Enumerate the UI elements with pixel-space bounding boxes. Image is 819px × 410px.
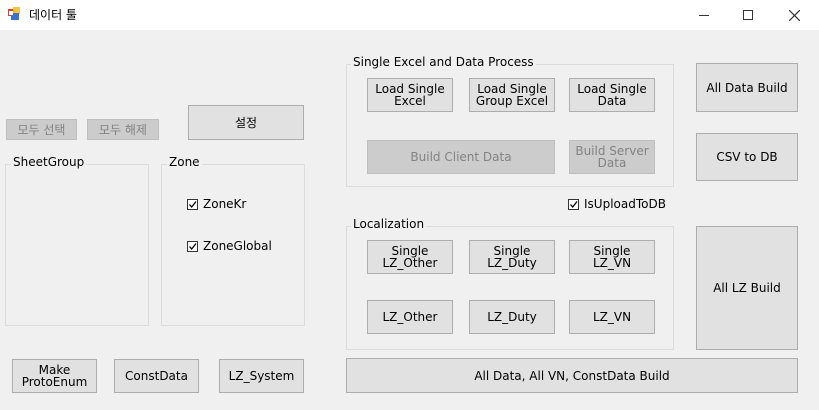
zoneglobal-checkbox[interactable]: ZoneGlobal [187,239,272,253]
deselect-all-button[interactable]: 모두 해제 [87,119,159,140]
lz-system-button[interactable]: LZ_System [219,359,304,393]
single-lz-other-button[interactable]: Single LZ_Other [367,240,453,274]
lz-duty-button[interactable]: LZ_Duty [469,300,555,334]
minimize-icon [699,15,709,16]
select-all-button[interactable]: 모두 선택 [6,119,77,140]
lz-other-button[interactable]: LZ_Other [367,300,453,334]
is-upload-to-db-label: IsUploadToDB [584,197,666,211]
zone-label: Zone [167,155,202,169]
maximize-icon [743,10,753,20]
zonekr-label: ZoneKr [203,197,247,211]
checkmark-icon [568,198,579,210]
checkmark-icon [187,240,198,252]
csv-to-db-button[interactable]: CSV to DB [696,133,798,181]
close-button[interactable] [771,0,817,30]
settings-button[interactable]: 설정 [188,105,304,140]
single-excel-label: Single Excel and Data Process [351,55,536,69]
all-data-vn-constdata-build-button[interactable]: All Data, All VN, ConstData Build [346,358,798,393]
sheetgroup-groupbox [5,164,149,326]
build-server-data-button[interactable]: Build Server Data [569,140,655,174]
build-client-data-button[interactable]: Build Client Data [367,140,555,174]
zonekr-checkbox[interactable]: ZoneKr [187,197,246,211]
maximize-button[interactable] [725,0,771,30]
single-lz-duty-button[interactable]: Single LZ_Duty [469,240,555,274]
localization-label: Localization [351,217,427,231]
zoneglobal-label: ZoneGlobal [203,239,272,253]
lz-vn-button[interactable]: LZ_VN [569,300,655,334]
is-upload-to-db-checkbox[interactable]: IsUploadToDB [568,197,666,211]
load-single-group-excel-button[interactable]: Load Single Group Excel [469,78,555,112]
close-icon [788,9,800,21]
load-single-data-button[interactable]: Load Single Data [569,78,655,112]
all-lz-build-button[interactable]: All LZ Build [696,226,798,350]
load-single-excel-button[interactable]: Load Single Excel [367,78,453,112]
all-data-build-button[interactable]: All Data Build [696,63,798,112]
make-protoenum-button[interactable]: Make ProtoEnum [12,359,97,393]
sheetgroup-label: SheetGroup [11,155,87,169]
app-icon [8,7,20,20]
single-lz-vn-button[interactable]: Single LZ_VN [569,240,655,274]
window-title: 데이터 툴 [29,8,77,22]
minimize-button[interactable] [681,0,727,30]
checkmark-icon [187,198,198,210]
title-bar: 데이터 툴 [0,0,819,30]
constdata-button[interactable]: ConstData [114,359,199,393]
